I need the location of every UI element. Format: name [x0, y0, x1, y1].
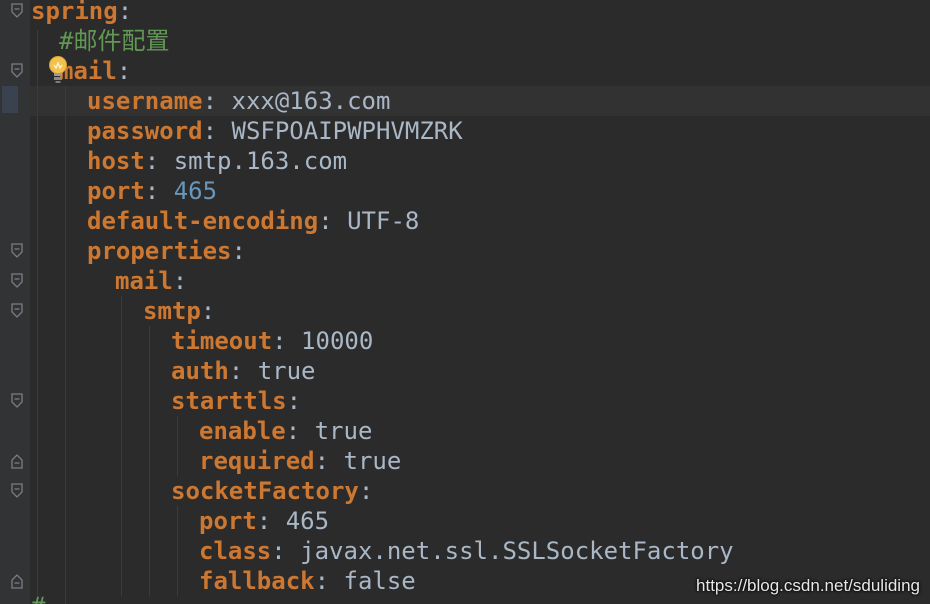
yaml-colon: :: [314, 447, 330, 475]
yaml-value: 465: [271, 507, 330, 535]
code-line[interactable]: spring:: [31, 0, 132, 26]
fold-marker-icon[interactable]: [11, 303, 23, 319]
code-line[interactable]: default-encoding: UTF-8: [87, 206, 419, 236]
yaml-key: timeout: [171, 327, 273, 355]
code-line[interactable]: mail:: [115, 266, 187, 296]
code-line[interactable]: class: javax.net.ssl.SSLSocketFactory: [199, 536, 734, 566]
yaml-colon: :: [318, 207, 333, 235]
yaml-key: properties: [87, 237, 232, 265]
yaml-colon: :: [314, 567, 330, 595]
indent-guide: [149, 326, 150, 596]
yaml-colon: :: [116, 57, 132, 85]
code-line[interactable]: required: true: [199, 446, 401, 476]
code-line[interactable]: mail:: [59, 56, 131, 86]
yaml-value: javax.net.ssl.SSLSocketFactory: [285, 537, 734, 565]
yaml-number-value: 465: [159, 177, 218, 205]
code-line[interactable]: auth: true: [171, 356, 316, 386]
yaml-colon: :: [231, 237, 246, 265]
yaml-key: smtp: [143, 297, 201, 325]
code-editor[interactable]: spring: #邮件配置 mail: username: xxx@163.co…: [0, 0, 930, 604]
yaml-value: smtp.163.com: [159, 147, 348, 175]
yaml-key: port: [199, 507, 257, 535]
indent-guide: [37, 30, 38, 604]
yaml-key: mail: [115, 267, 173, 295]
yaml-colon: :: [256, 507, 272, 535]
yaml-key: enable: [199, 417, 286, 445]
yaml-value: 10000: [286, 327, 374, 355]
yaml-colon: :: [272, 327, 287, 355]
yaml-key: default-encoding: [87, 207, 319, 235]
current-line-gutter-marker: [2, 86, 18, 113]
fold-end-marker-icon[interactable]: [11, 453, 23, 469]
yaml-colon: :: [358, 477, 374, 505]
yaml-key: fallback: [199, 567, 315, 595]
yaml-comment: #邮件配置: [59, 27, 170, 55]
yaml-key: auth: [171, 357, 229, 385]
code-line[interactable]: password: WSFPOAIPWPHVMZRK: [87, 116, 463, 146]
yaml-value: UTF-8: [332, 207, 420, 235]
code-line[interactable]: username: xxx@163.com: [87, 86, 390, 116]
yaml-colon: :: [172, 267, 188, 295]
code-line[interactable]: host: smtp.163.com: [87, 146, 347, 176]
yaml-colon: :: [144, 147, 160, 175]
yaml-value: true: [329, 447, 402, 475]
yaml-key: class: [199, 537, 272, 565]
yaml-value: WSFPOAIPWPHVMZRK: [217, 117, 463, 145]
fold-marker-icon[interactable]: [11, 3, 23, 19]
code-line[interactable]: enable: true: [199, 416, 372, 446]
yaml-key: starttls: [171, 387, 287, 415]
lightbulb-icon[interactable]: [47, 55, 69, 85]
yaml-colon: :: [200, 297, 216, 325]
yaml-colon: :: [285, 417, 301, 445]
yaml-colon: :: [202, 87, 218, 115]
yaml-value: xxx@163.com: [217, 87, 391, 115]
fold-end-marker-icon[interactable]: [11, 573, 23, 589]
code-line[interactable]: #: [31, 591, 45, 604]
yaml-value: true: [243, 357, 316, 385]
code-line[interactable]: starttls:: [171, 386, 301, 416]
yaml-colon: :: [117, 0, 133, 25]
code-line[interactable]: #邮件配置: [59, 26, 169, 56]
yaml-colon: :: [202, 117, 218, 145]
watermark: https://blog.csdn.net/sduliding: [696, 576, 920, 595]
yaml-key: host: [87, 147, 145, 175]
yaml-key: spring: [31, 0, 118, 25]
yaml-key: password: [87, 117, 203, 145]
code-line[interactable]: timeout: 10000: [171, 326, 373, 356]
code-line[interactable]: properties:: [87, 236, 246, 266]
indent-guide: [121, 296, 122, 596]
indent-guide: [65, 86, 66, 604]
code-line[interactable]: port: 465: [87, 176, 217, 206]
code-line[interactable]: port: 465: [199, 506, 329, 536]
indent-guide: [177, 506, 178, 596]
yaml-colon: :: [271, 537, 286, 565]
indent-guide: [177, 416, 178, 476]
fold-marker-icon[interactable]: [11, 393, 23, 409]
yaml-value: false: [329, 567, 416, 595]
fold-marker-icon[interactable]: [11, 273, 23, 289]
fold-marker-icon[interactable]: [11, 243, 23, 259]
yaml-key: socketFactory: [171, 477, 359, 505]
yaml-comment: #: [31, 592, 45, 604]
yaml-key: required: [199, 447, 315, 475]
yaml-key: port: [87, 177, 145, 205]
code-line[interactable]: fallback: false: [199, 566, 416, 596]
yaml-colon: :: [286, 387, 302, 415]
fold-marker-icon[interactable]: [11, 63, 23, 79]
code-line[interactable]: smtp:: [143, 296, 215, 326]
yaml-colon: :: [228, 357, 244, 385]
code-line[interactable]: socketFactory:: [171, 476, 373, 506]
yaml-colon: :: [144, 177, 160, 205]
fold-marker-icon[interactable]: [11, 483, 23, 499]
yaml-key: username: [87, 87, 203, 115]
yaml-value: true: [300, 417, 373, 445]
